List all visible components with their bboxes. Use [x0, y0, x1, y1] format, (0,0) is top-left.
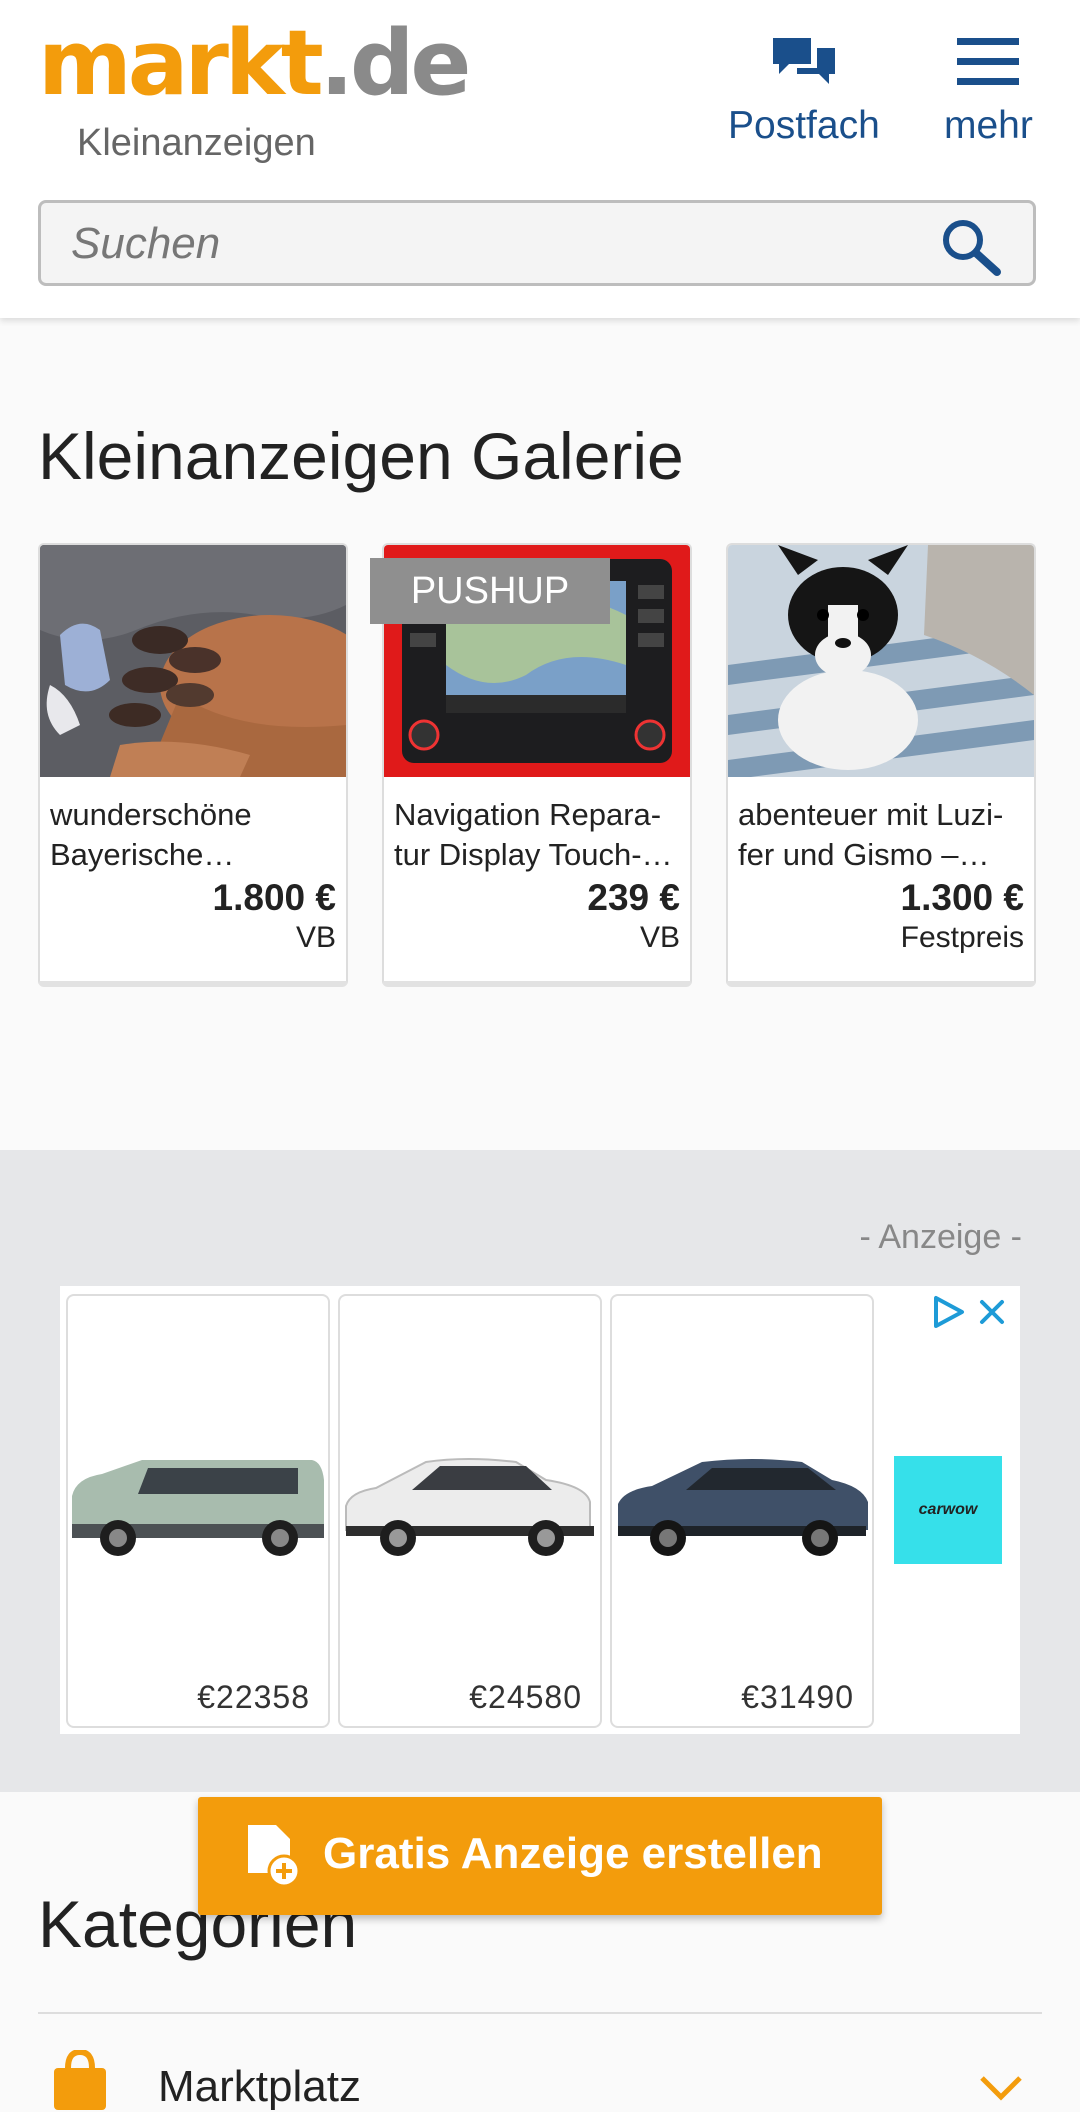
- listing-price-type: Festpreis: [900, 921, 1024, 954]
- listing-price-type: VB: [639, 921, 680, 954]
- markt-logo[interactable]: markt.de: [38, 11, 472, 116]
- ad-car-card-3[interactable]: €31490: [610, 1294, 874, 1728]
- ad-car-price: €24580: [469, 1679, 582, 1715]
- listing-title: Navigation Repara-tur Display Touch-…: [394, 797, 673, 872]
- category-item-marktplatz[interactable]: Marktplatz: [158, 2062, 361, 2112]
- search-icon[interactable]: [939, 216, 1003, 276]
- tagline: Kleinanzeigen: [77, 122, 316, 164]
- ad-section: - Anzeige - €22358 €24580 €31490 carwow: [0, 1150, 1080, 1792]
- mehr-menu-button[interactable]: mehr: [944, 34, 1033, 148]
- search-bar: [38, 200, 1036, 286]
- listing-title: abenteuer mit Luzi-fer und Gismo –…: [738, 797, 1004, 872]
- ad-banner[interactable]: €22358 €24580 €31490 carwow: [60, 1286, 1020, 1734]
- gallery-item-1[interactable]: wunderschöne Bayerische… 1.800 € VB: [38, 543, 348, 987]
- postfach-label: Postfach: [728, 104, 880, 147]
- car-image-suv-white: [345, 1458, 594, 1556]
- app-header: markt.de Kleinanzeigen Postfach mehr: [0, 0, 1080, 318]
- listing-price-type: VB: [295, 921, 336, 954]
- ad-label: - Anzeige -: [859, 1218, 1022, 1256]
- ad-car-card-2[interactable]: €24580: [338, 1294, 602, 1728]
- gallery-item-3[interactable]: abenteuer mit Luzi-fer und Gismo –… 1.30…: [726, 543, 1036, 987]
- adchoices-close-icon[interactable]: [928, 1292, 1012, 1332]
- gallery-title: Kleinanzeigen Galerie: [38, 419, 684, 493]
- create-free-ad-label: Gratis Anzeige erstellen: [323, 1829, 823, 1878]
- messages-icon: [772, 38, 835, 84]
- pushup-badge: PUSHUP: [370, 558, 610, 624]
- mehr-label: mehr: [944, 104, 1033, 147]
- shopping-bag-icon: [54, 2050, 106, 2110]
- ad-car-card-1[interactable]: €22358: [66, 1294, 330, 1728]
- search-input[interactable]: [69, 203, 933, 285]
- ad-car-price: €22358: [197, 1679, 310, 1715]
- carwow-logo[interactable]: carwow: [894, 1456, 1002, 1564]
- logo-main-text: markt: [38, 11, 324, 116]
- create-free-ad-button[interactable]: Gratis Anzeige erstellen: [198, 1797, 882, 1915]
- car-image-suv-blue: [618, 1459, 868, 1556]
- listing-photo-dogs: [40, 545, 346, 777]
- logo-tld-text: .de: [319, 11, 472, 116]
- postfach-button[interactable]: Postfach: [728, 34, 880, 148]
- listing-price: 1.800 €: [212, 877, 336, 918]
- listing-photo-puppy: [728, 545, 1034, 777]
- add-document-icon: [248, 1825, 301, 1888]
- ad-car-price: €31490: [741, 1679, 854, 1715]
- listing-title: wunderschöne Bayerische…: [50, 797, 252, 872]
- listing-price: 1.300 €: [900, 877, 1024, 918]
- divider: [38, 2012, 1042, 2014]
- car-image-van: [72, 1460, 324, 1556]
- chevron-down-icon[interactable]: [978, 2074, 1024, 2102]
- listing-price: 239 €: [587, 877, 680, 918]
- hamburger-menu-icon: [957, 38, 1020, 85]
